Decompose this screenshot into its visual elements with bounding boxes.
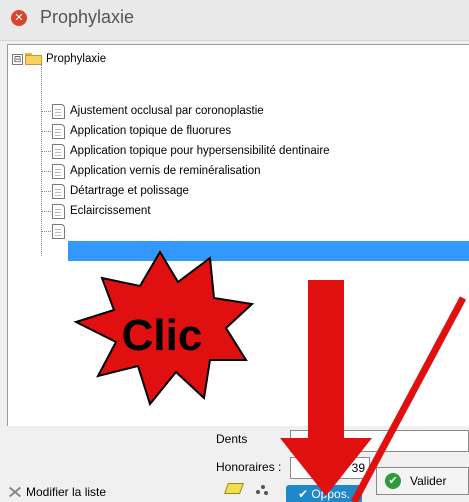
annotation-overlay: Clic (73, 250, 467, 502)
clic-text: Clic (122, 311, 203, 360)
diagonal-stroke (350, 296, 467, 502)
down-arrow (280, 280, 372, 496)
